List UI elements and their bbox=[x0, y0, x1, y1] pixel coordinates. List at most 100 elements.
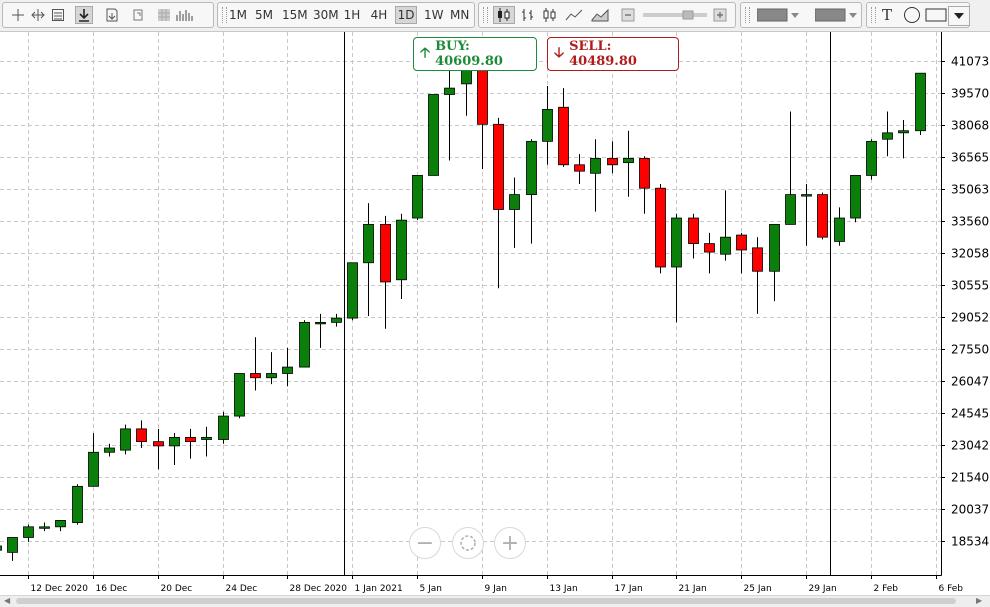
candle bbox=[185, 428, 196, 459]
scroll-right-icon[interactable]: ▶ bbox=[976, 596, 982, 605]
text-tool[interactable]: T bbox=[878, 6, 896, 24]
download-icon[interactable] bbox=[75, 6, 93, 24]
plus-icon: + bbox=[500, 530, 520, 556]
list-icon[interactable] bbox=[49, 6, 67, 24]
candle bbox=[347, 262, 358, 321]
candle bbox=[412, 175, 423, 221]
candle-body bbox=[104, 447, 115, 453]
y-tick-label: 26047. bbox=[951, 375, 990, 389]
candle-body bbox=[55, 520, 66, 528]
candle-body bbox=[834, 217, 845, 242]
candle bbox=[396, 213, 407, 299]
candle bbox=[234, 373, 245, 419]
arrow-up-icon: 🡡 bbox=[420, 45, 431, 61]
candle-body bbox=[558, 106, 569, 166]
candle bbox=[850, 175, 861, 223]
sell-price-box[interactable]: 🡣 SELL: 40489.80 bbox=[547, 37, 679, 71]
x-tick-label: 1 Jan 2021 bbox=[355, 584, 403, 594]
refresh-icon[interactable] bbox=[129, 6, 147, 24]
circle-tool-icon[interactable] bbox=[903, 6, 921, 24]
timeframe-5m[interactable]: 5M bbox=[255, 6, 273, 24]
color-group bbox=[740, 2, 862, 28]
grid bbox=[0, 32, 941, 575]
zoom-out-button[interactable]: − bbox=[409, 527, 441, 559]
candle-body bbox=[153, 441, 164, 447]
zoom-out-icon[interactable] bbox=[619, 6, 637, 24]
y-tick-label: 24545. bbox=[951, 407, 990, 421]
x-tick-label: 24 Dec bbox=[226, 584, 258, 594]
x-tick-label: 17 Jan bbox=[615, 584, 643, 594]
candle-body bbox=[574, 164, 585, 172]
buy-price-box[interactable]: 🡡 BUY: 40609.80 bbox=[413, 37, 537, 71]
candle bbox=[493, 117, 504, 289]
candle-body bbox=[639, 157, 650, 189]
horizontal-scrollbar[interactable]: ◀ ▶ bbox=[0, 595, 990, 607]
candle bbox=[542, 85, 553, 165]
y-tick-label: 32058. bbox=[951, 247, 990, 261]
candle-body bbox=[655, 187, 666, 268]
y-tick-label: 20037. bbox=[951, 503, 990, 517]
scrollbar-thumb[interactable] bbox=[16, 598, 956, 604]
candle-body bbox=[752, 247, 763, 272]
bar-chart-icon[interactable] bbox=[519, 6, 537, 24]
line-chart-icon[interactable] bbox=[565, 6, 583, 24]
grid-toggle-icon[interactable] bbox=[155, 6, 173, 24]
candle-body bbox=[898, 130, 909, 134]
area-chart-icon[interactable] bbox=[591, 6, 609, 24]
candle-body bbox=[218, 415, 229, 440]
sell-price-label: SELL: 40489.80 bbox=[569, 39, 637, 69]
y-tick-label: 35063. bbox=[951, 183, 990, 197]
timeframe-15m[interactable]: 15M bbox=[282, 6, 308, 24]
timeframe-mn[interactable]: MN bbox=[450, 6, 469, 24]
arrow-down-icon: 🡣 bbox=[554, 45, 565, 61]
save-icon[interactable] bbox=[103, 6, 121, 24]
volume-icon[interactable] bbox=[175, 6, 193, 24]
hollow-candle-icon[interactable] bbox=[541, 6, 559, 24]
candle bbox=[882, 111, 893, 157]
candle bbox=[526, 139, 537, 244]
candle bbox=[23, 524, 34, 542]
crosshair-icon[interactable] bbox=[9, 6, 27, 24]
candle-body bbox=[444, 87, 455, 95]
bear-color-picker[interactable] bbox=[815, 6, 861, 24]
candle bbox=[72, 484, 83, 525]
candle-body bbox=[720, 236, 731, 255]
zoom-in-button[interactable]: + bbox=[494, 527, 526, 559]
x-tick-label: 16 Dec bbox=[96, 584, 128, 594]
chart-area[interactable]: 41073. 39570. 38068. 36565. 35063. 33560. 3205… bbox=[0, 32, 990, 596]
timeframe-30m[interactable]: 30M bbox=[313, 6, 339, 24]
candle-body bbox=[299, 321, 310, 368]
candle-body bbox=[72, 485, 83, 523]
candle-body bbox=[39, 526, 50, 529]
bull-color-picker[interactable] bbox=[757, 6, 803, 24]
timeframe-4h[interactable]: 4H bbox=[370, 6, 388, 24]
candle bbox=[428, 94, 439, 176]
candle bbox=[7, 537, 18, 561]
zoom-slider[interactable] bbox=[643, 6, 707, 24]
x-tick-label: 25 Jan bbox=[744, 584, 772, 594]
toolbar-grip bbox=[871, 7, 876, 23]
candle-body bbox=[736, 234, 747, 251]
candle bbox=[153, 428, 164, 470]
zoom-in-icon[interactable] bbox=[711, 6, 729, 24]
scroll-left-icon[interactable]: ◀ bbox=[4, 596, 10, 605]
candlestick-chart[interactable]: 41073. 39570. 38068. 36565. 35063. 33560. 3205… bbox=[0, 32, 990, 596]
y-tick-label: 23042. bbox=[951, 439, 990, 453]
y-tick-label: 33560. bbox=[951, 215, 990, 229]
rectangle-tool-icon[interactable] bbox=[925, 6, 947, 24]
candle bbox=[120, 424, 131, 455]
timeframe-1w[interactable]: 1W bbox=[424, 6, 444, 24]
toolbar-grip bbox=[483, 7, 488, 23]
timeframe-1d[interactable]: 1D bbox=[395, 6, 417, 24]
timeframe-1h[interactable]: 1H bbox=[343, 6, 361, 24]
dropdown-arrow-icon[interactable] bbox=[948, 6, 970, 26]
cursor-move-icon[interactable] bbox=[29, 6, 47, 24]
reset-view-button[interactable] bbox=[452, 527, 484, 559]
y-tick-label: 21540. bbox=[951, 471, 990, 485]
candle-body bbox=[266, 373, 277, 379]
timeframe-1m[interactable]: 1M bbox=[229, 6, 247, 24]
candle-body bbox=[412, 175, 423, 219]
y-tick-label: 38068. bbox=[951, 119, 990, 133]
y-tick-label: 29052. bbox=[951, 311, 990, 325]
candlestick-icon[interactable] bbox=[493, 6, 515, 24]
